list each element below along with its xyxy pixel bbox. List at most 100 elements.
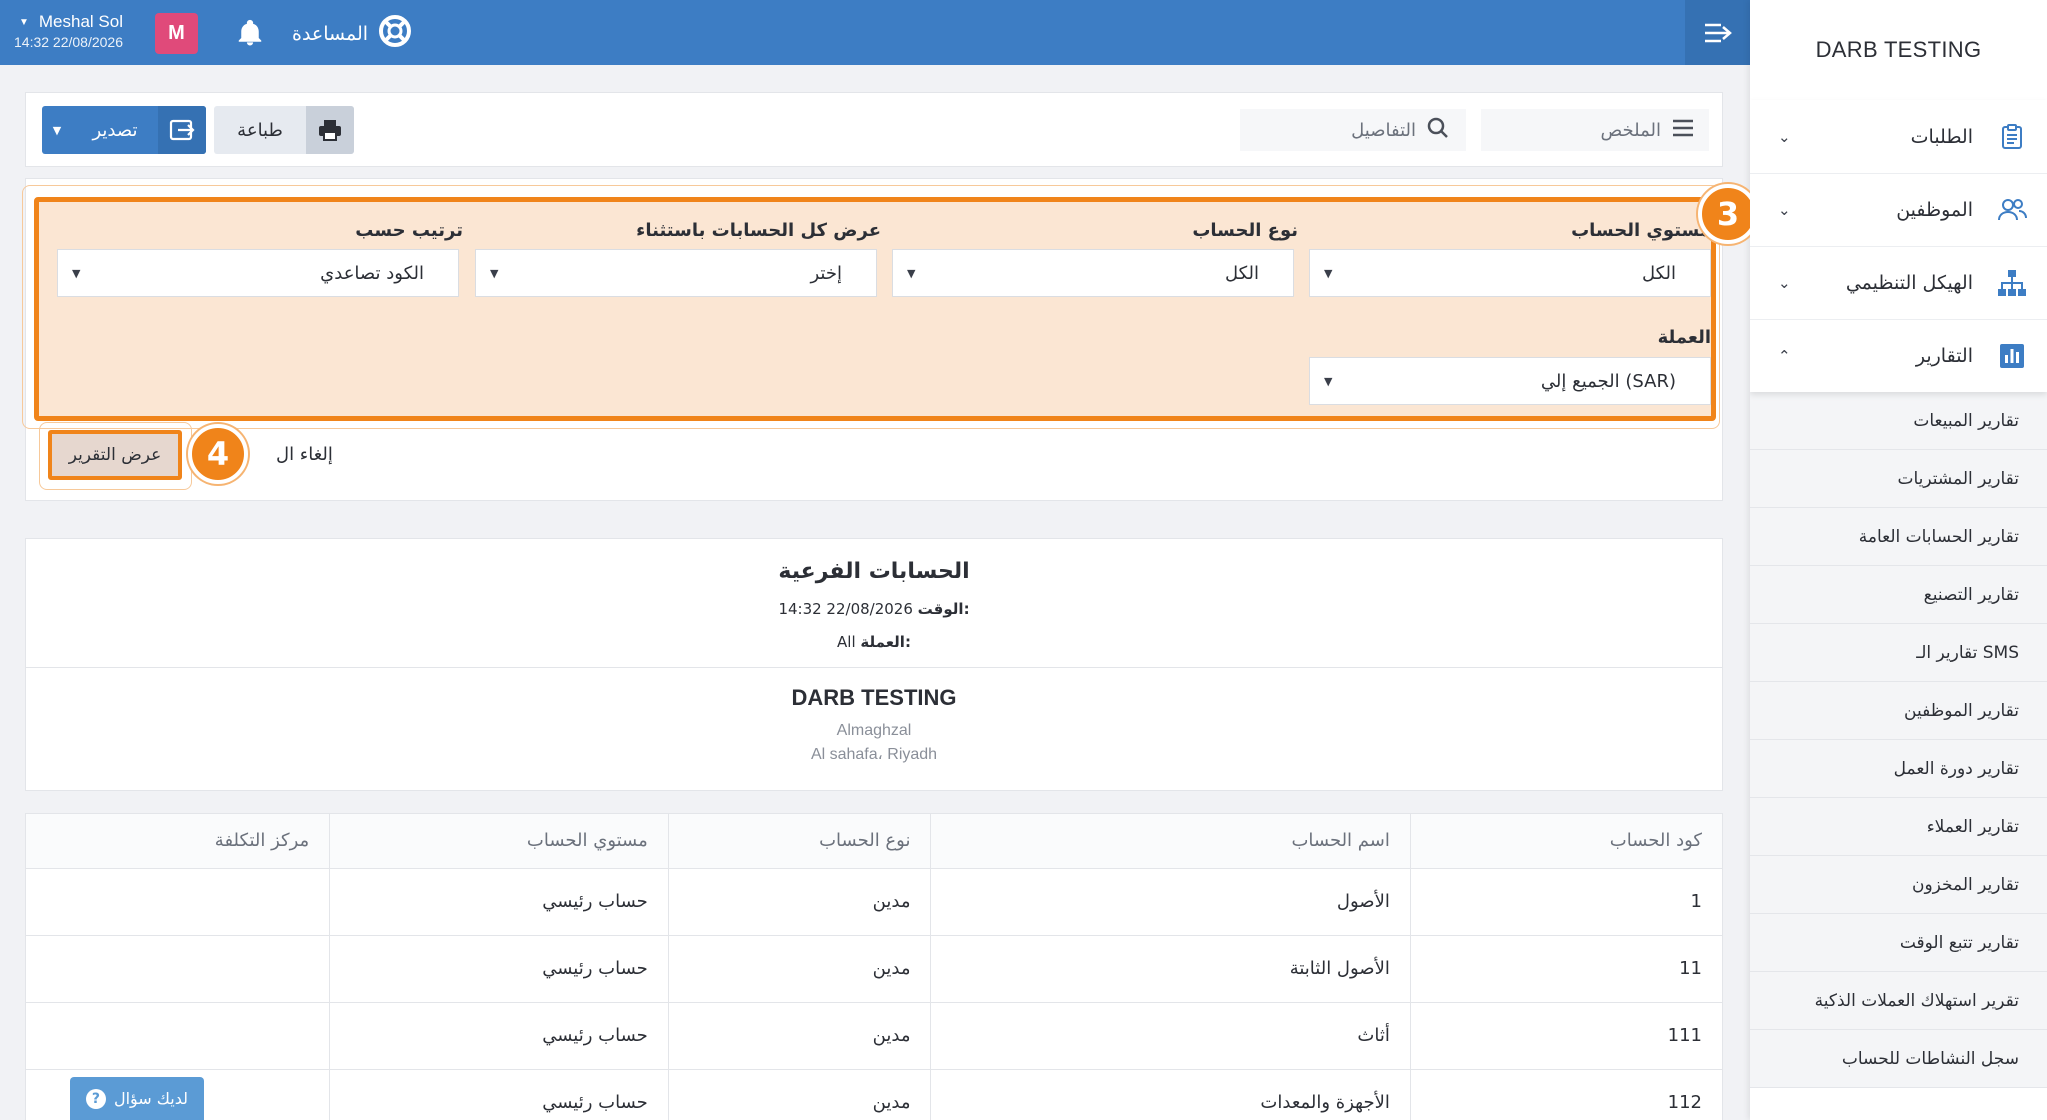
user-menu[interactable]: ▼ Meshal Sol 14:32 22/08/2026 <box>14 12 123 50</box>
sort-by-select[interactable]: ▼ الكود تصاعدي <box>57 249 459 297</box>
bar-chart-icon <box>1997 341 2027 371</box>
reports-submenu: تقارير المبيعات تقارير المشتريات تقارير … <box>1750 392 2047 1088</box>
sidebar-item-label: التقارير <box>1915 345 1973 367</box>
report-currency: All العملة: <box>26 633 1722 651</box>
sidebar-toggle-button[interactable] <box>1685 0 1750 65</box>
report-toolbar: ▼ تصدير طباعة التفاصيل الملخص <box>25 92 1723 167</box>
chevron-down-icon: ⌄ <box>1778 274 1791 292</box>
submenu-item[interactable]: تقارير الحسابات العامة <box>1750 508 2047 566</box>
report-time: 14:32 22/08/2026 الوقت: <box>26 600 1722 618</box>
table-cell: 112 <box>1410 1069 1722 1120</box>
table-header-row: كود الحساب اسم الحساب نوع الحساب مستوي ا… <box>26 814 1722 869</box>
table-cell: حساب رئيسي <box>329 935 669 1003</box>
sidebar-item-label: الهيكل التنظيمي <box>1845 272 1973 294</box>
currency-select[interactable]: ▼ الجميع إلي (SAR) <box>1309 357 1711 405</box>
divider <box>26 667 1722 668</box>
table-row[interactable]: 112 الأجهزة والمعدات مدين حساب رئيسي <box>26 1069 1722 1120</box>
table-row[interactable]: 11 الأصول الثابتة مدين حساب رئيسي <box>26 935 1722 1003</box>
table-row[interactable]: 1 الأصول مدين حساب رئيسي <box>26 868 1722 936</box>
sort-by-label: ترتيب حسب <box>355 220 463 241</box>
sidebar: DARB TESTING الطلبات ⌄ الموظفين ⌄ الهيكل… <box>1750 0 2047 1120</box>
print-button[interactable]: طباعة <box>214 106 354 154</box>
caret-down-icon[interactable]: ▼ <box>42 124 72 137</box>
sidebar-brand: DARB TESTING <box>1815 37 1982 62</box>
sidebar-item-org-structure[interactable]: الهيكل التنظيمي ⌄ <box>1750 246 2047 319</box>
column-header[interactable]: مركز التكلفة <box>26 814 331 869</box>
submenu-item[interactable]: تقارير التصنيع <box>1750 566 2047 624</box>
table-cell: مدين <box>668 1002 932 1070</box>
submenu-item[interactable]: تقارير المبيعات <box>1750 392 2047 450</box>
caret-down-icon: ▼ <box>490 266 499 280</box>
accounts-table-panel: كود الحساب اسم الحساب نوع الحساب مستوي ا… <box>25 813 1723 1120</box>
report-title: الحسابات الفرعية <box>778 559 970 584</box>
help-link[interactable]: المساعدة <box>292 14 412 53</box>
cancel-report-link[interactable]: إلغاء ال <box>276 444 333 465</box>
submenu-item[interactable]: تقارير تتبع الوقت <box>1750 914 2047 972</box>
report-currency-label: العملة: <box>860 633 911 651</box>
table-cell: مدين <box>668 1069 932 1120</box>
submenu-item[interactable]: تقارير دورة العمل <box>1750 740 2047 798</box>
exclude-accounts-value: إختر <box>810 262 843 284</box>
submenu-item[interactable]: تقارير المشتريات <box>1750 450 2047 508</box>
question-help-button[interactable]: ? لديك سؤال <box>70 1077 204 1120</box>
sidebar-item-requests[interactable]: الطلبات ⌄ <box>1750 100 2047 173</box>
avatar[interactable]: M <box>155 13 198 54</box>
table-cell: حساب رئيسي <box>329 868 669 936</box>
search-icon <box>1426 116 1450 145</box>
users-icon <box>1997 195 2027 225</box>
table-cell: الأجهزة والمعدات <box>930 1069 1411 1120</box>
sidebar-item-label: الطلبات <box>1910 125 1973 148</box>
table-cell: الأصول <box>930 868 1411 936</box>
currency-label: العملة <box>1657 327 1711 348</box>
help-widget-label: لديك سؤال <box>113 1089 189 1108</box>
help-label: المساعدة <box>292 22 369 45</box>
account-type-value: الكل <box>1224 262 1259 284</box>
table-cell: مدين <box>668 868 932 936</box>
table-cell: الأصول الثابتة <box>930 935 1411 1003</box>
table-cell: أثاث <box>930 1002 1411 1070</box>
org-chart-icon <box>1997 268 2027 298</box>
question-icon: ? <box>85 1088 106 1109</box>
table-cell: 1 <box>1410 868 1722 936</box>
submenu-item[interactable]: تقرير استهلاك العملات الذكية <box>1750 972 2047 1030</box>
table-cell <box>26 935 331 1003</box>
exclude-accounts-select[interactable]: ▼ إختر <box>475 249 877 297</box>
table-cell: حساب رئيسي <box>329 1002 669 1070</box>
account-level-select[interactable]: ▼ الكل <box>1309 249 1711 297</box>
filters-highlight-box: مستوي الحساب نوع الحساب عرض كل الحسابات … <box>34 197 1716 421</box>
table-cell: حساب رئيسي <box>329 1069 669 1120</box>
filters-panel: مستوي الحساب نوع الحساب عرض كل الحسابات … <box>22 178 1758 501</box>
caret-down-icon: ▼ <box>1324 266 1333 280</box>
step-4-badge: 4 <box>188 424 248 484</box>
accounts-table: كود الحساب اسم الحساب نوع الحساب مستوي ا… <box>26 814 1722 1120</box>
sidebar-item-reports[interactable]: التقارير ⌃ <box>1750 319 2047 392</box>
show-report-button[interactable]: عرض التقرير <box>48 430 182 480</box>
top-bar: ▼ Meshal Sol 14:32 22/08/2026 M المساعدة <box>0 0 1750 65</box>
report-header: الحسابات الفرعية 14:32 22/08/2026 الوقت:… <box>25 538 1723 791</box>
table-row[interactable]: 111 أثاث مدين حساب رئيسي <box>26 1002 1722 1070</box>
submenu-item[interactable]: تقارير العملاء <box>1750 798 2047 856</box>
table-cell <box>26 1002 331 1070</box>
export-button[interactable]: ▼ تصدير <box>42 106 206 154</box>
summary-label: الملخص <box>1600 119 1661 141</box>
column-header[interactable]: نوع الحساب <box>668 814 932 869</box>
current-datetime: 14:32 22/08/2026 <box>14 34 123 50</box>
submenu-item[interactable]: تقارير المخزون <box>1750 856 2047 914</box>
export-label: تصدير <box>92 119 138 141</box>
details-label: التفاصيل <box>1351 119 1416 141</box>
submenu-item[interactable]: سجل النشاطات للحساب <box>1750 1030 2047 1088</box>
submenu-item[interactable]: تقارير الموظفين <box>1750 682 2047 740</box>
column-header[interactable]: اسم الحساب <box>930 814 1411 869</box>
account-type-label: نوع الحساب <box>1192 220 1298 241</box>
tab-details[interactable]: التفاصيل <box>1240 109 1466 151</box>
account-type-select[interactable]: ▼ الكل <box>892 249 1294 297</box>
column-header[interactable]: كود الحساب <box>1410 814 1722 869</box>
table-cell <box>26 868 331 936</box>
bell-icon[interactable] <box>235 18 265 48</box>
sidebar-item-employees[interactable]: الموظفين ⌄ <box>1750 173 2047 246</box>
submenu-item[interactable]: تقارير الـ SMS <box>1750 624 2047 682</box>
caret-down-icon: ▼ <box>18 16 29 28</box>
column-header[interactable]: مستوي الحساب <box>329 814 669 869</box>
chevron-down-icon: ⌄ <box>1778 127 1791 146</box>
tab-summary[interactable]: الملخص <box>1481 109 1709 151</box>
